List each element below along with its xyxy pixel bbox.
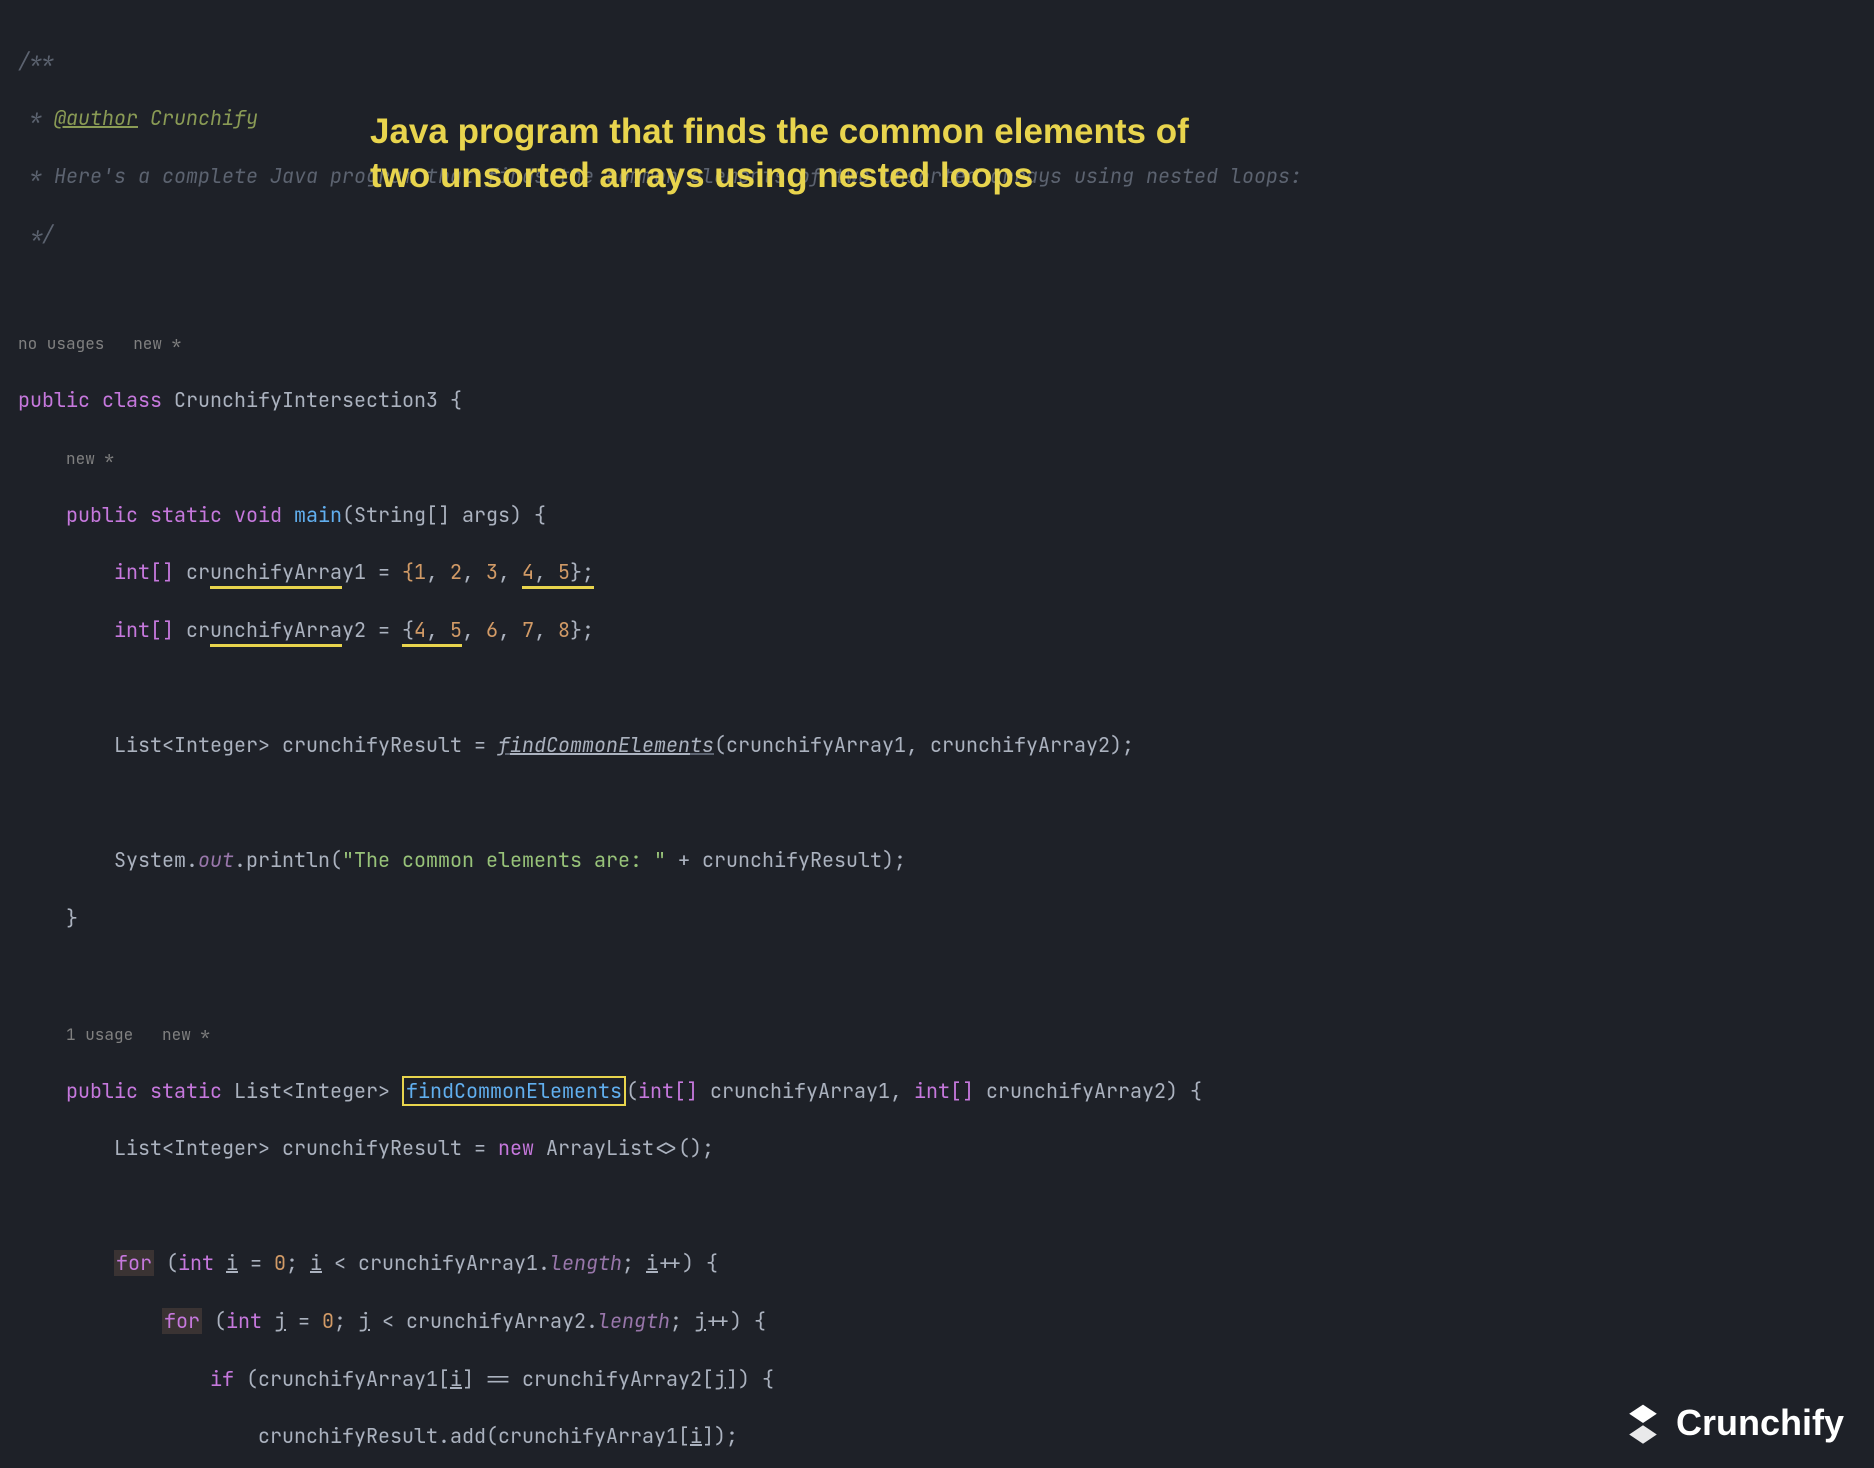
string-literal: "The common elements are: " (342, 847, 666, 873)
var-i: i (646, 1250, 658, 1276)
kw-public: public (66, 1078, 138, 1104)
class-system: System (114, 847, 186, 873)
field-out: out (198, 847, 234, 873)
kw-static: static (150, 502, 222, 528)
comment-star: * (18, 105, 54, 131)
method-findCommonElements: findCommonElements (402, 1076, 626, 1106)
main-method: main (294, 502, 342, 528)
var-i: i (450, 1366, 462, 1392)
var-array1: crunchifyArray1 (258, 1366, 438, 1392)
kw-if: if (210, 1366, 234, 1392)
var-j: j (358, 1308, 370, 1334)
type-integer: Integer (174, 732, 258, 758)
type-int-array: int[] (638, 1078, 698, 1104)
var-array2: crunchifyArray2 (186, 617, 366, 647)
type-integer: Integer (294, 1078, 378, 1104)
method-usage-hint: 1 usage new * (66, 1024, 210, 1045)
type-string-array: String[] (354, 502, 450, 528)
field-length: length (550, 1250, 622, 1276)
method-println: println (246, 847, 330, 873)
type-list: List (114, 1135, 162, 1161)
call-findCommonElements: findCommonElements (498, 732, 714, 758)
kw-new: new (498, 1135, 534, 1161)
headline-overlay: Java program that finds the common eleme… (370, 110, 1220, 198)
type-list: List (234, 1078, 282, 1104)
type-integer: Integer (174, 1135, 258, 1161)
var-array1: crunchifyArray1 (186, 559, 366, 589)
comment-close: */ (18, 221, 54, 247)
javadoc-author-tag: @author (54, 105, 138, 131)
class-arraylist: ArrayList (546, 1135, 654, 1161)
kw-public: public (18, 387, 90, 413)
var-array1: crunchifyArray1 (498, 1423, 678, 1449)
var-result: crunchifyResult (258, 1423, 438, 1449)
main-usage-hint: new * (66, 448, 114, 469)
param-array2: crunchifyArray2 (986, 1078, 1166, 1104)
var-array2: crunchifyArray2 (406, 1308, 586, 1334)
javadoc-author-name: Crunchify (138, 105, 258, 131)
class-name: CrunchifyIntersection3 (174, 387, 438, 413)
param-args: args (462, 502, 510, 528)
comment-open: /** (18, 48, 54, 74)
num-zero: 0 (322, 1308, 334, 1334)
array2-values: {4, 5, 6, 7, 8 (402, 617, 570, 647)
watermark-text: Crunchify (1676, 1409, 1844, 1438)
code-editor[interactable]: /** * @author Crunchify * Here's a compl… (0, 0, 1874, 1468)
field-length: length (598, 1308, 670, 1334)
var-j: j (694, 1308, 706, 1334)
var-i: i (690, 1423, 702, 1449)
kw-int: int (226, 1308, 262, 1334)
num-zero: 0 (274, 1250, 286, 1276)
var-j: j (274, 1308, 286, 1334)
array1-values: {1, 2, 3, 4, 5 (402, 559, 570, 589)
var-j: j (714, 1366, 726, 1392)
var-result: crunchifyResult (282, 1135, 462, 1161)
var-i: i (226, 1250, 238, 1276)
var-array2: crunchifyArray2 (522, 1366, 702, 1392)
class-usage-hint: no usages new * (18, 333, 181, 354)
kw-int: int (178, 1250, 214, 1276)
arg-array1: crunchifyArray1 (726, 732, 906, 758)
var-result: crunchifyResult (702, 847, 882, 873)
kw-public: public (66, 502, 138, 528)
kw-void: void (234, 502, 282, 528)
var-result: crunchifyResult (282, 732, 462, 758)
type-int-array: int[] (914, 1078, 974, 1104)
type-int-array: int[] (114, 559, 174, 585)
type-list: List (114, 732, 162, 758)
crunchify-logo-icon (1620, 1400, 1666, 1446)
kw-static: static (150, 1078, 222, 1104)
var-array1: crunchifyArray1 (358, 1250, 538, 1276)
kw-class: class (102, 387, 162, 413)
method-add: add (450, 1423, 486, 1449)
type-int-array: int[] (114, 617, 174, 643)
crunchify-watermark: Crunchify (1620, 1400, 1844, 1446)
arg-array2: crunchifyArray2 (930, 732, 1110, 758)
kw-for: for (162, 1308, 202, 1334)
kw-for: for (114, 1250, 154, 1276)
param-array1: crunchifyArray1 (710, 1078, 890, 1104)
var-i: i (310, 1250, 322, 1276)
